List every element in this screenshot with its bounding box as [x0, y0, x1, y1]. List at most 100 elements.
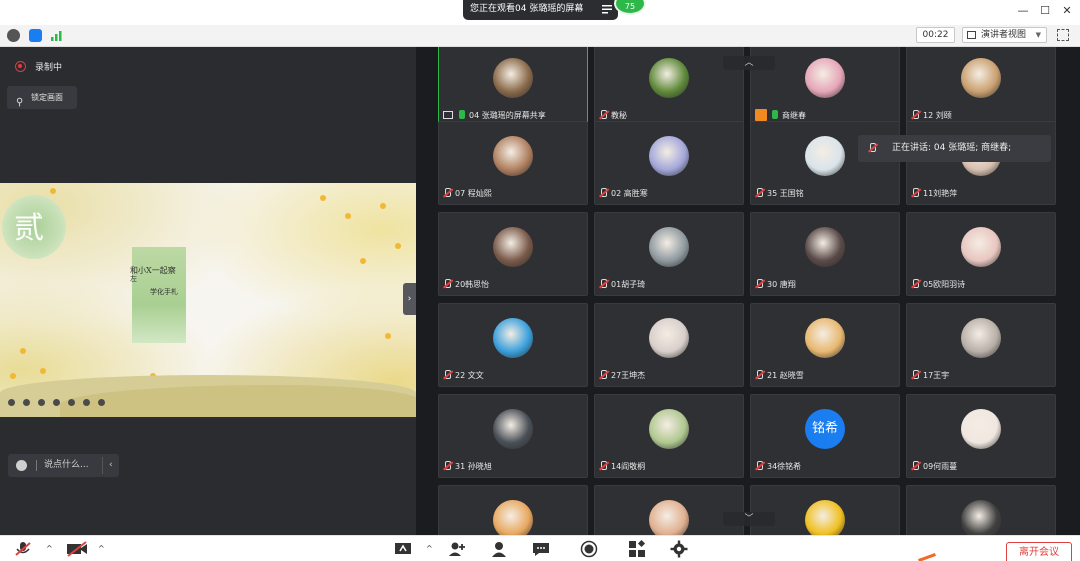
- slide-text-line: 学化手札: [150, 288, 178, 296]
- participant-name: 27王坤杰: [611, 371, 646, 380]
- participant-tile[interactable]: 教秘: [594, 47, 744, 127]
- participant-tile[interactable]: 09何雨蔓: [906, 394, 1056, 478]
- screen-share-icon: [443, 111, 453, 119]
- participant-name-row: 34徐铭希: [755, 459, 897, 475]
- participant-tile[interactable]: [750, 485, 900, 535]
- leave-meeting-button[interactable]: 离开会议: [1006, 542, 1072, 561]
- participant-name: 11刘艳萍: [923, 189, 958, 198]
- participant-tile[interactable]: [438, 485, 588, 535]
- avatar: [493, 318, 533, 358]
- slide-tool-icon[interactable]: [23, 399, 30, 406]
- signal-icon[interactable]: [50, 29, 63, 42]
- participant-name-row: 31 孙晓旭: [443, 459, 585, 475]
- participant-name-row: 35 王国铭: [755, 186, 897, 202]
- avatar: [961, 318, 1001, 358]
- share-banner-text: 您正在观看04 张璐瑶的屏幕: [470, 4, 584, 14]
- flower-decoration: [385, 333, 391, 339]
- record-icon[interactable]: [580, 540, 598, 558]
- participant-tile[interactable]: 12 刘颐: [906, 47, 1056, 127]
- chevron-down-icon: ▼: [1035, 31, 1041, 39]
- slide-tool-icon[interactable]: [53, 399, 60, 406]
- flower-decoration: [10, 373, 16, 379]
- share-banner[interactable]: 您正在观看04 张璐瑶的屏幕: [463, 0, 618, 20]
- participant-tile[interactable]: 20韩思怡: [438, 212, 588, 296]
- slide-tool-icon[interactable]: [83, 399, 90, 406]
- camera-options-caret[interactable]: ^: [98, 544, 105, 553]
- participant-name-row: 30 唐翔: [755, 277, 897, 293]
- shared-screen[interactable]: 贰 和小X一起察 左 学化手札: [0, 183, 416, 417]
- participant-tile[interactable]: 铭希 34徐铭希: [750, 394, 900, 478]
- slide-tool-icon[interactable]: [8, 399, 15, 406]
- participant-tile[interactable]: 02 高胜寒: [594, 121, 744, 205]
- participant-name-row: 20韩思怡: [443, 277, 585, 293]
- flower-decoration: [50, 188, 56, 194]
- slide-tool-icon[interactable]: [68, 399, 75, 406]
- left-panel: 录制中 ⚲ 锁定画面 贰 和小X一起察 左 学化手札 › 说点什么... ‹: [0, 47, 416, 535]
- close-icon[interactable]: ✕: [1060, 4, 1074, 18]
- chevron-left-icon[interactable]: ‹: [109, 454, 113, 477]
- avatar: [961, 58, 1001, 98]
- mic-muted-icon: [443, 370, 452, 380]
- pin-icon: ⚲: [16, 97, 24, 108]
- chat-icon[interactable]: [532, 540, 550, 558]
- invite-icon[interactable]: [448, 540, 466, 558]
- chat-placeholder: 说点什么...: [44, 460, 89, 470]
- mic-on-icon: [770, 110, 779, 120]
- mic-muted-icon: [599, 110, 608, 120]
- participant-name-row: 17王宇: [911, 368, 1053, 384]
- participant-name: 17王宇: [923, 371, 950, 380]
- participant-tile[interactable]: 21 赵晓雪: [750, 303, 900, 387]
- slide-tool-icon[interactable]: [38, 399, 45, 406]
- participant-name: 34徐铭希: [767, 462, 802, 471]
- menu-icon[interactable]: [602, 5, 612, 14]
- participant-tile[interactable]: 11刘艳萍: [906, 121, 1056, 205]
- lock-view-button[interactable]: ⚲ 锁定画面: [7, 86, 77, 109]
- avatar: [649, 409, 689, 449]
- settings-icon[interactable]: [670, 540, 688, 558]
- participant-tile[interactable]: 17王宇: [906, 303, 1056, 387]
- maximize-icon[interactable]: ☐: [1038, 4, 1052, 18]
- mic-muted-icon: [599, 370, 608, 380]
- info-icon[interactable]: [7, 29, 20, 42]
- avatar: [805, 136, 845, 176]
- slide-tool-icon[interactable]: [98, 399, 105, 406]
- participant-tile[interactable]: 22 文文: [438, 303, 588, 387]
- mic-options-caret[interactable]: ^: [46, 544, 53, 553]
- avatar: [805, 318, 845, 358]
- minimize-icon[interactable]: —: [1016, 4, 1030, 18]
- participant-count-badge[interactable]: 75: [614, 0, 646, 15]
- fullscreen-icon[interactable]: [1057, 29, 1069, 41]
- participant-tile[interactable]: 14阎敬桐: [594, 394, 744, 478]
- participant-tile[interactable]: [594, 485, 744, 535]
- participant-tile[interactable]: [906, 485, 1056, 535]
- participant-tile[interactable]: 01胡子琦: [594, 212, 744, 296]
- apps-icon[interactable]: [628, 540, 646, 558]
- mic-muted-icon: [911, 370, 920, 380]
- view-mode-dropdown[interactable]: 演讲者视图 ▼: [962, 27, 1047, 43]
- share-options-caret[interactable]: ^: [426, 544, 433, 553]
- participant-tile[interactable]: 07 程灿熙: [438, 121, 588, 205]
- share-screen-icon[interactable]: [394, 540, 412, 558]
- participant-tile[interactable]: 27王坤杰: [594, 303, 744, 387]
- members-icon[interactable]: [490, 540, 508, 558]
- participant-tile[interactable]: 30 唐翔: [750, 212, 900, 296]
- host-badge-icon: [755, 109, 767, 121]
- collapse-panel-button[interactable]: ›: [403, 283, 416, 315]
- avatar: 铭希: [805, 409, 845, 449]
- participant-name-row: 09何雨蔓: [911, 459, 1053, 475]
- participant-name: 20韩思怡: [455, 280, 490, 289]
- scroll-up-button[interactable]: ︿: [723, 56, 775, 70]
- participant-tile[interactable]: 35 王国铭: [750, 121, 900, 205]
- chat-input[interactable]: 说点什么... ‹: [8, 454, 119, 477]
- participant-tile[interactable]: 31 孙晓旭: [438, 394, 588, 478]
- participant-tile[interactable]: 04 张璐瑶的屏幕共享: [438, 47, 588, 127]
- emoji-icon[interactable]: [16, 460, 27, 471]
- camera-off-icon[interactable]: [66, 540, 88, 558]
- participant-tile[interactable]: 05欧阳羽诗: [906, 212, 1056, 296]
- shield-icon[interactable]: [29, 29, 42, 42]
- scroll-down-button[interactable]: ﹀: [723, 512, 775, 526]
- participant-name: 21 赵晓雪: [767, 371, 804, 380]
- flower-decoration: [360, 258, 366, 264]
- mic-muted-icon: [911, 279, 920, 289]
- microphone-muted-icon[interactable]: [14, 540, 32, 558]
